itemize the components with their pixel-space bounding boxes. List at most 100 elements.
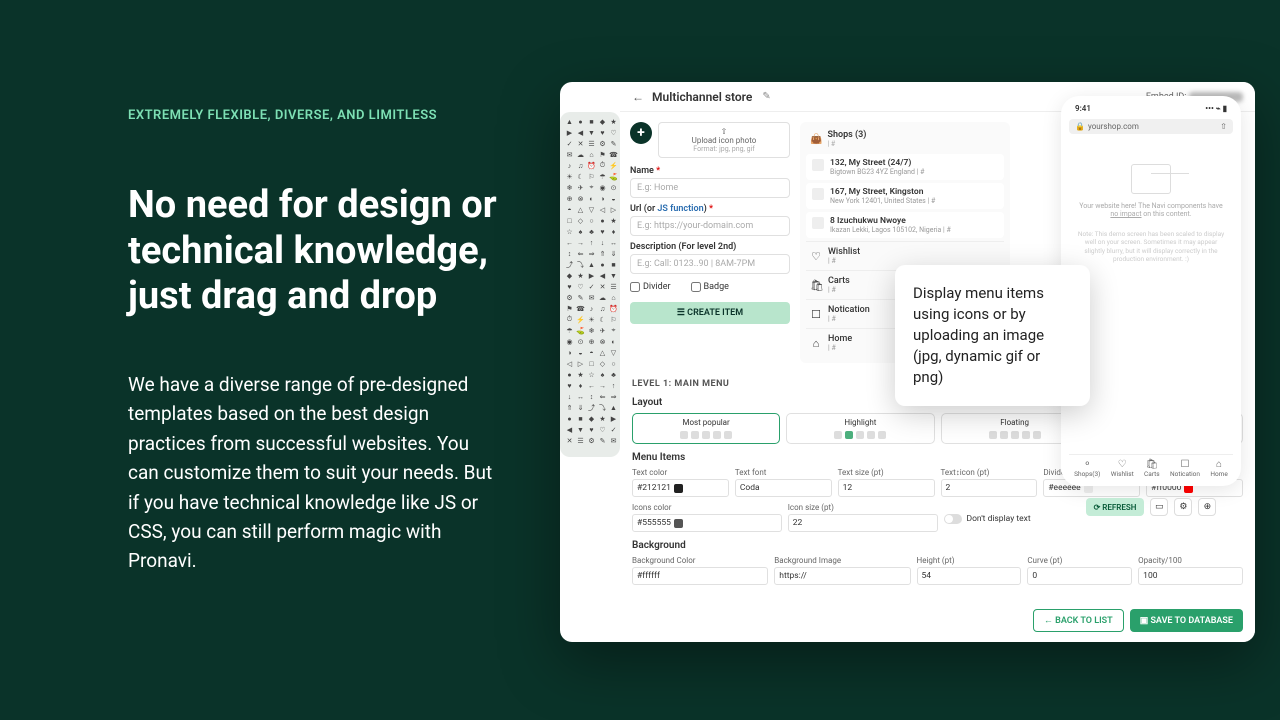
- palette-icon[interactable]: ↓: [565, 392, 574, 401]
- palette-icon[interactable]: →: [576, 238, 585, 247]
- phone-tab[interactable]: ☐Notication: [1170, 459, 1200, 478]
- shop-item[interactable]: 132, My Street (24/7)Bigtown BG23 4YZ En…: [806, 154, 1004, 180]
- palette-icon[interactable]: ↑: [587, 238, 596, 247]
- palette-icon[interactable]: ◓: [565, 205, 574, 214]
- palette-icon[interactable]: ▼: [576, 425, 585, 434]
- palette-icon[interactable]: ★: [576, 370, 585, 379]
- palette-icon[interactable]: ●: [598, 216, 607, 225]
- palette-icon[interactable]: ⇑: [565, 403, 574, 412]
- palette-icon[interactable]: ⏱: [598, 161, 607, 170]
- palette-icon[interactable]: ↓: [598, 238, 607, 247]
- palette-icon[interactable]: ◇: [598, 359, 607, 368]
- palette-icon[interactable]: ●: [598, 260, 607, 269]
- palette-icon[interactable]: ★: [576, 271, 585, 280]
- palette-icon[interactable]: ←: [565, 238, 574, 247]
- palette-icon[interactable]: ■: [587, 117, 596, 126]
- palette-icon[interactable]: ☎: [576, 304, 585, 313]
- palette-icon[interactable]: ⌖: [609, 326, 618, 335]
- palette-icon[interactable]: ♥: [565, 282, 574, 291]
- palette-icon[interactable]: ⊗: [598, 337, 607, 346]
- palette-icon[interactable]: ⤵: [598, 403, 607, 412]
- palette-icon[interactable]: ✉: [565, 150, 574, 159]
- field-input[interactable]: 22: [788, 514, 938, 532]
- palette-icon[interactable]: ●: [576, 117, 585, 126]
- palette-icon[interactable]: ♠: [576, 227, 585, 236]
- palette-icon[interactable]: ✓: [565, 139, 574, 148]
- palette-icon[interactable]: ●: [565, 370, 574, 379]
- palette-icon[interactable]: ○: [587, 216, 596, 225]
- field-input[interactable]: https://: [774, 567, 910, 585]
- palette-icon[interactable]: ✎: [598, 436, 607, 445]
- refresh-button[interactable]: ⟳ REFRESH: [1086, 498, 1145, 516]
- url-input[interactable]: E.g: https://your-domain.com: [630, 216, 790, 236]
- palette-icon[interactable]: ★: [609, 216, 618, 225]
- palette-icon[interactable]: ▲: [565, 117, 574, 126]
- palette-icon[interactable]: ▼: [609, 271, 618, 280]
- back-to-list-button[interactable]: ← BACK TO LIST: [1033, 609, 1124, 632]
- palette-icon[interactable]: ↕: [587, 392, 596, 401]
- palette-icon[interactable]: ◀: [565, 425, 574, 434]
- palette-icon[interactable]: ♫: [576, 161, 585, 170]
- save-to-database-button[interactable]: ▣ SAVE TO DATABASE: [1130, 609, 1243, 632]
- palette-icon[interactable]: ■: [576, 414, 585, 423]
- palette-icon[interactable]: ✕: [598, 282, 607, 291]
- palette-icon[interactable]: ◉: [565, 337, 574, 346]
- field-input[interactable]: 12: [838, 479, 935, 497]
- palette-icon[interactable]: ✉: [587, 293, 596, 302]
- palette-icon[interactable]: ⚑: [598, 150, 607, 159]
- palette-icon[interactable]: ☰: [576, 436, 585, 445]
- palette-icon[interactable]: ◒: [576, 348, 585, 357]
- palette-icon[interactable]: ❄: [565, 183, 574, 192]
- palette-icon[interactable]: ⊗: [576, 194, 585, 203]
- phone-tab[interactable]: ⚬Shops(3): [1074, 459, 1100, 478]
- palette-icon[interactable]: ✕: [565, 436, 574, 445]
- palette-icon[interactable]: ▲: [609, 403, 618, 412]
- layout-option[interactable]: Most popular: [632, 413, 780, 444]
- palette-icon[interactable]: ⚡: [609, 161, 618, 170]
- palette-icon[interactable]: ○: [609, 359, 618, 368]
- divider-checkbox[interactable]: Divider: [630, 282, 671, 292]
- palette-icon[interactable]: ⇐: [598, 392, 607, 401]
- field-input[interactable]: 0: [1027, 567, 1132, 585]
- palette-icon[interactable]: ←: [587, 381, 596, 390]
- desktop-view-button[interactable]: ▭: [1150, 498, 1168, 516]
- shop-item[interactable]: 167, My Street, KingstonNew York 12401, …: [806, 183, 1004, 209]
- field-input[interactable]: 2: [941, 479, 1038, 497]
- palette-icon[interactable]: ♥: [587, 425, 596, 434]
- palette-icon[interactable]: △: [598, 348, 607, 357]
- shop-item[interactable]: 8 Izuchukwu NwoyeIkazan Lekki, Lagos 105…: [806, 212, 1004, 238]
- palette-icon[interactable]: ♪: [565, 161, 574, 170]
- palette-icon[interactable]: ◁: [598, 205, 607, 214]
- palette-icon[interactable]: ▽: [587, 205, 596, 214]
- palette-icon[interactable]: ♡: [609, 128, 618, 137]
- palette-icon[interactable]: ◇: [576, 216, 585, 225]
- palette-icon[interactable]: ⛳: [609, 172, 618, 181]
- palette-icon[interactable]: ♦: [576, 381, 585, 390]
- palette-icon[interactable]: ☂: [598, 172, 607, 181]
- palette-icon[interactable]: ⇑: [598, 249, 607, 258]
- palette-icon[interactable]: ♪: [587, 304, 596, 313]
- palette-icon[interactable]: ⊕: [565, 194, 574, 203]
- palette-icon[interactable]: ◒: [609, 194, 618, 203]
- palette-icon[interactable]: □: [565, 216, 574, 225]
- palette-icon[interactable]: △: [576, 205, 585, 214]
- palette-icon[interactable]: ◐: [609, 337, 618, 346]
- palette-icon[interactable]: ☆: [587, 370, 596, 379]
- palette-icon[interactable]: ■: [609, 260, 618, 269]
- palette-icon[interactable]: ✈: [576, 183, 585, 192]
- palette-icon[interactable]: ▶: [565, 128, 574, 137]
- palette-icon[interactable]: ◑: [565, 348, 574, 357]
- palette-icon[interactable]: □: [587, 359, 596, 368]
- palette-icon[interactable]: →: [598, 381, 607, 390]
- palette-icon[interactable]: ⤴: [565, 260, 574, 269]
- palette-icon[interactable]: ⏰: [587, 161, 596, 170]
- palette-icon[interactable]: ☎: [609, 150, 618, 159]
- palette-icon[interactable]: ▶: [587, 271, 596, 280]
- layout-option[interactable]: Highlight: [786, 413, 934, 444]
- palette-icon[interactable]: ◓: [587, 348, 596, 357]
- desc-input[interactable]: E.g: Call: 0123..90 | 8AM-7PM: [630, 254, 790, 274]
- palette-icon[interactable]: ▽: [609, 348, 618, 357]
- palette-icon[interactable]: ☾: [576, 172, 585, 181]
- palette-icon[interactable]: ◆: [587, 414, 596, 423]
- palette-icon[interactable]: ♠: [598, 370, 607, 379]
